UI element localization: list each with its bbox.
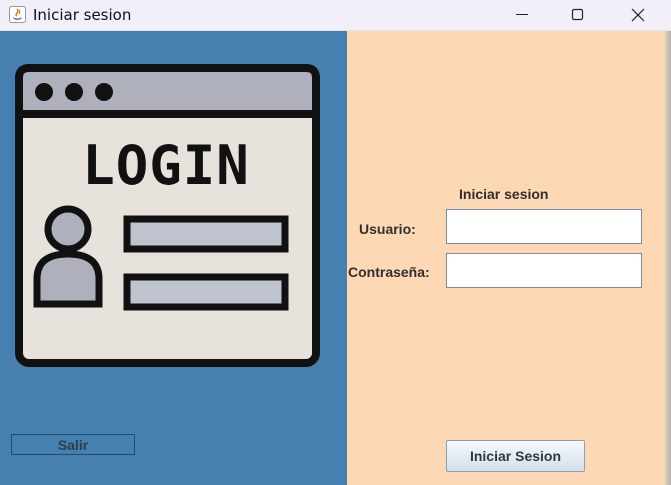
user-icon	[33, 205, 103, 308]
java-app-icon	[9, 6, 26, 23]
input-placeholder-bar	[123, 215, 289, 253]
login-button[interactable]: Iniciar Sesion	[446, 440, 585, 472]
window-dot	[35, 83, 53, 101]
maximize-button[interactable]	[555, 0, 601, 31]
minimize-icon	[516, 14, 528, 15]
window-dot	[95, 83, 113, 101]
login-illustration: LOGIN	[15, 64, 320, 367]
input-placeholder-bar	[123, 273, 289, 311]
window-dot	[65, 83, 83, 101]
window-edge	[665, 31, 671, 485]
username-label: Usuario:	[359, 221, 416, 237]
password-field[interactable]	[446, 253, 642, 288]
title-bar: Iniciar sesion	[0, 0, 671, 31]
close-icon	[631, 8, 645, 22]
minimize-button[interactable]	[499, 0, 545, 31]
window-title: Iniciar sesion	[33, 6, 132, 24]
close-button[interactable]	[615, 0, 661, 31]
password-label: Contraseña:	[348, 264, 430, 280]
form-heading: Iniciar sesion	[459, 186, 549, 202]
maximize-icon	[571, 8, 584, 21]
login-image-text: LOGIN	[82, 134, 250, 197]
username-field[interactable]	[446, 209, 642, 244]
exit-button[interactable]: Salir	[11, 434, 135, 455]
